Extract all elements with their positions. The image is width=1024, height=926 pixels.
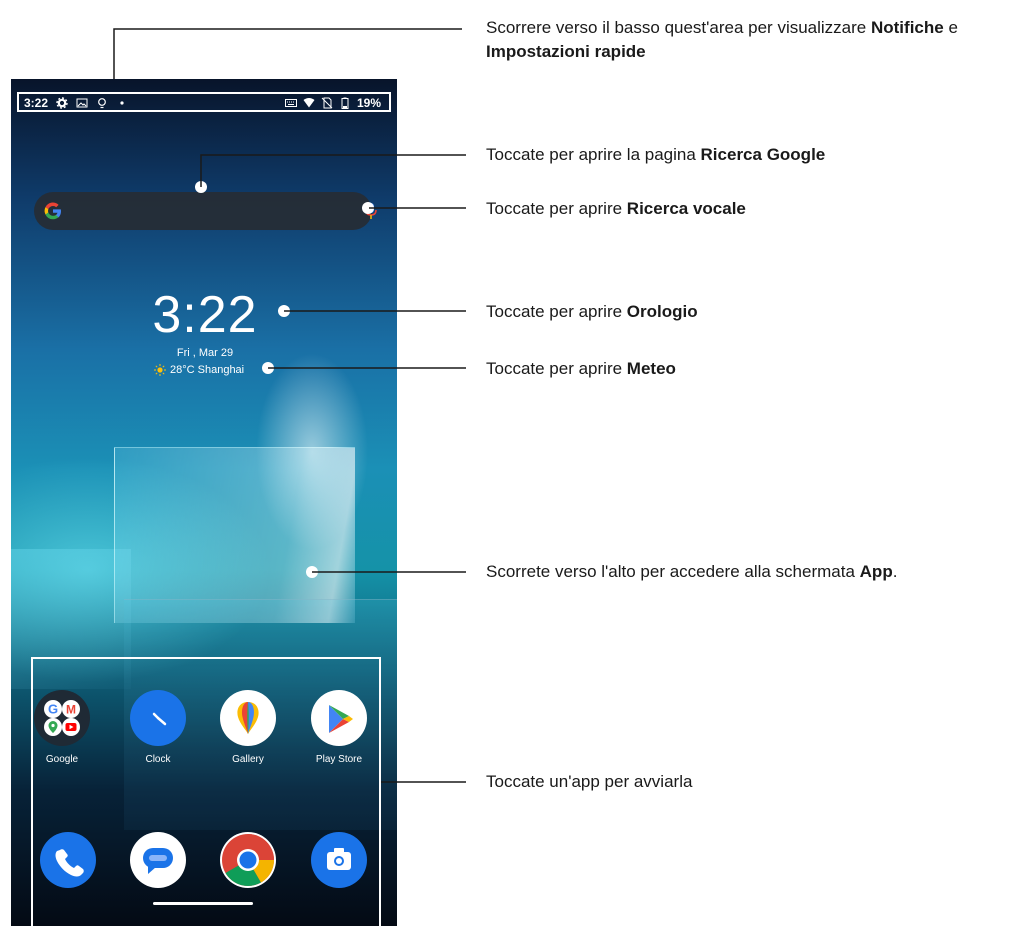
callout-bold: Impostazioni rapide: [486, 42, 646, 61]
callout-bold: Meteo: [626, 359, 676, 378]
callout-status-bar: Scorrere verso il basso quest'area per v…: [486, 16, 1024, 64]
callout-bold: Ricerca vocale: [626, 199, 746, 218]
callout-bold: Orologio: [626, 302, 698, 321]
callout-voice-search: Toccate per aprire Ricerca vocale: [486, 197, 746, 221]
callout-bold: Ricerca Google: [700, 145, 826, 164]
callout-apps-screen: Scorrete verso l'alto per accedere alla …: [486, 560, 897, 584]
callout-bold: Notifiche: [870, 18, 944, 37]
callout-text: e: [943, 18, 958, 37]
callout-text: Toccate per aprire: [486, 199, 627, 218]
callout-text: Toccate per aprire: [486, 302, 627, 321]
callout-launch-app: Toccate un'app per avviarla: [486, 770, 692, 794]
callout-clock: Toccate per aprire Orologio: [486, 300, 698, 324]
callout-text: .: [892, 562, 898, 581]
callout-text: Toccate un'app per avviarla: [486, 772, 693, 791]
callout-text: Scorrere verso il basso quest'area per v…: [486, 18, 871, 37]
callout-google-search: Toccate per aprire la pagina Ricerca Goo…: [486, 143, 825, 167]
callout-weather: Toccate per aprire Meteo: [486, 357, 676, 381]
callout-text: Toccate per aprire: [486, 359, 627, 378]
callout-bold: App: [859, 562, 893, 581]
callout-text: Scorrete verso l'alto per accedere alla …: [486, 562, 860, 581]
callout-text: Toccate per aprire la pagina: [486, 145, 701, 164]
